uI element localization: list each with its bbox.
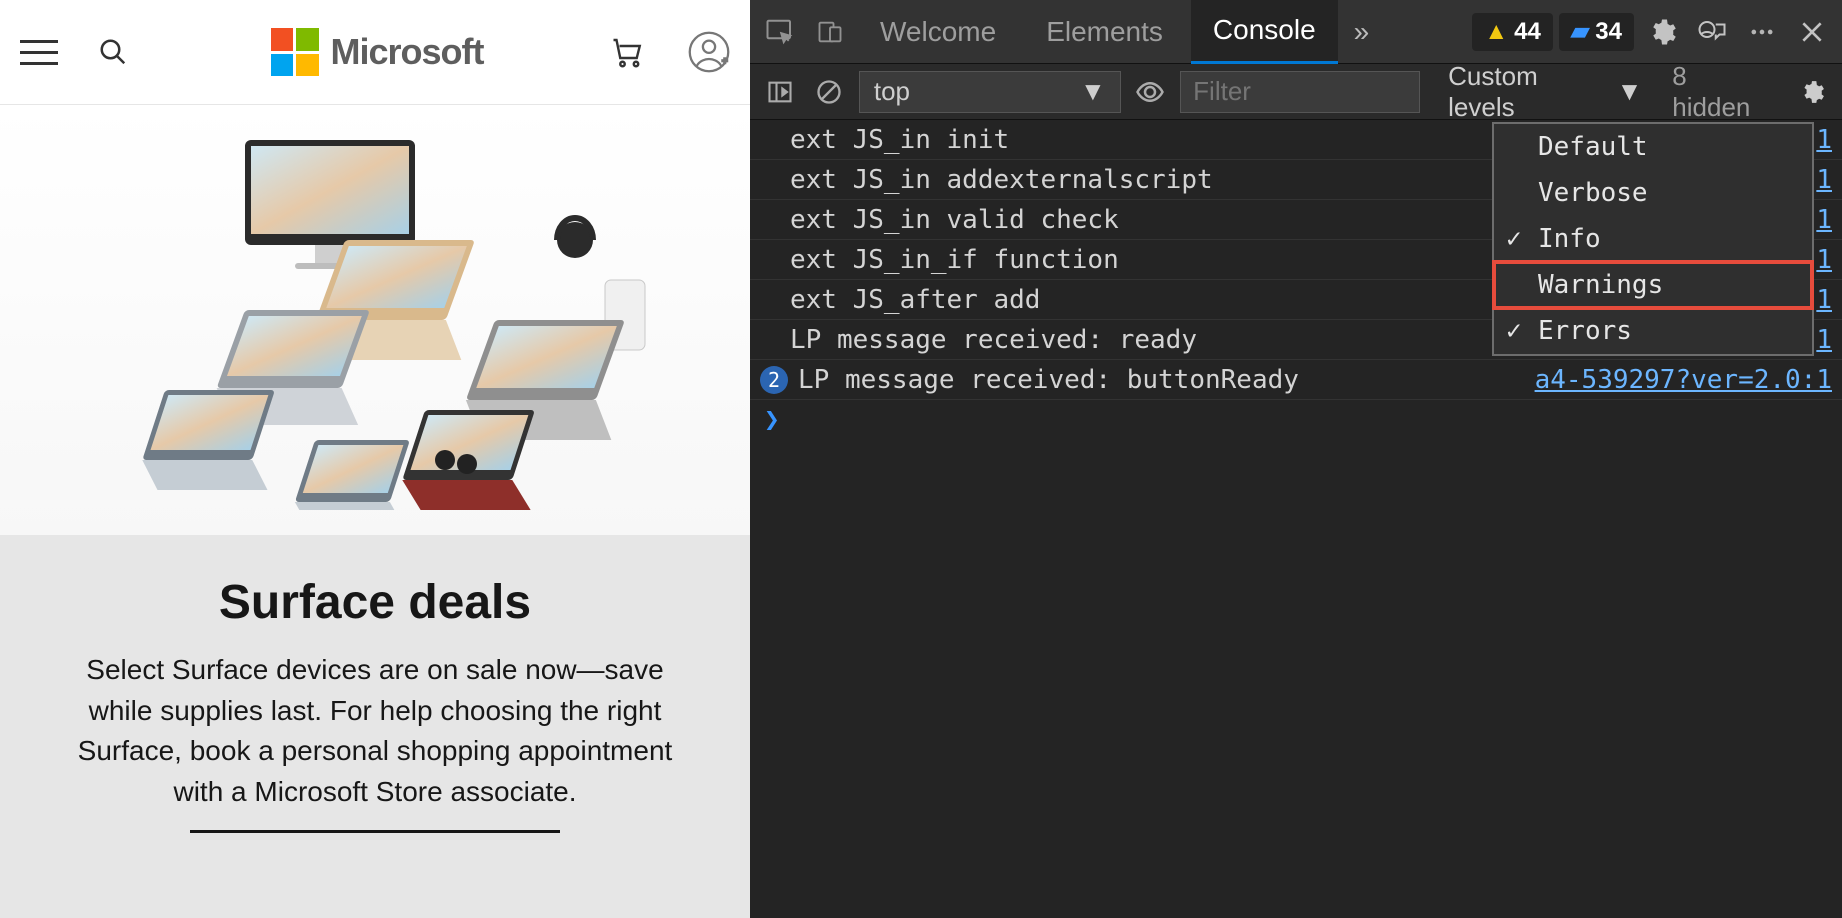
log-count-badge: 2 [760, 366, 788, 394]
log-message: ext JS_after add [790, 285, 1565, 315]
warnings-count: 44 [1514, 18, 1541, 46]
brand[interactable]: Microsoft [188, 28, 566, 76]
menu-button[interactable] [20, 33, 58, 71]
promo-link-underline[interactable] [190, 830, 560, 833]
log-levels-dropdown[interactable]: Custom levels ▼ [1440, 61, 1650, 123]
chevron-down-icon: ▼ [1080, 76, 1106, 107]
log-message: ext JS_in valid check [790, 205, 1565, 235]
devtools-pane: Welcome Elements Console » ▲44 ▰34 top ▼ [750, 0, 1842, 918]
microsoft-logo-icon [271, 28, 319, 76]
more-tabs-icon[interactable]: » [1344, 16, 1380, 48]
levels-menu: Default Verbose ✓Info Warnings ✓Errors [1492, 122, 1814, 356]
console-settings-icon[interactable] [1793, 79, 1832, 105]
brand-name: Microsoft [331, 31, 484, 73]
check-icon: ✓ [1506, 224, 1522, 254]
context-value: top [874, 76, 910, 107]
devtools-tabbar: Welcome Elements Console » ▲44 ▰34 [750, 0, 1842, 64]
account-icon[interactable] [688, 31, 730, 73]
messages-count: 34 [1595, 18, 1622, 46]
log-message: ext JS_in addexternalscript [790, 165, 1565, 195]
console-prompt[interactable]: ❯ [750, 400, 1842, 440]
webpage-pane: Microsoft [0, 0, 750, 918]
log-message: ext JS_in_if function [790, 245, 1565, 275]
log-message: LP message received: buttonReady [798, 365, 1519, 395]
clear-console-icon[interactable] [809, 72, 848, 112]
promo-section: Surface deals Select Surface devices are… [0, 535, 750, 918]
tab-console[interactable]: Console [1191, 0, 1338, 64]
hidden-count[interactable]: 8 hidden [1660, 61, 1782, 123]
chevron-down-icon: ▼ [1617, 76, 1643, 107]
inspect-icon[interactable] [758, 10, 802, 54]
log-row: 2 LP message received: buttonReadya4-5392… [750, 360, 1842, 400]
levels-item-default[interactable]: Default [1494, 124, 1812, 170]
levels-label: Custom levels [1448, 61, 1608, 123]
hero-image [0, 105, 750, 535]
levels-item-warnings[interactable]: Warnings [1494, 262, 1812, 308]
log-message: ext JS_in init [790, 125, 1565, 155]
cart-icon[interactable] [606, 31, 648, 73]
settings-icon[interactable] [1640, 17, 1684, 47]
device-toggle-icon[interactable] [808, 10, 852, 54]
console-body: ext JS_in init.jsonp?v=2.0&d1ext JS_in a… [750, 120, 1842, 918]
messages-badge[interactable]: ▰34 [1559, 13, 1634, 51]
site-header: Microsoft [0, 0, 750, 105]
check-icon: ✓ [1506, 316, 1522, 346]
tab-welcome[interactable]: Welcome [858, 0, 1018, 64]
more-icon[interactable] [1740, 18, 1784, 46]
filter-input[interactable] [1180, 71, 1420, 113]
console-toolbar: top ▼ Custom levels ▼ 8 hidden [750, 64, 1842, 120]
warnings-badge[interactable]: ▲44 [1472, 13, 1552, 51]
levels-item-verbose[interactable]: Verbose [1494, 170, 1812, 216]
tab-elements[interactable]: Elements [1024, 0, 1185, 64]
promo-title: Surface deals [50, 575, 700, 630]
levels-item-errors[interactable]: ✓Errors [1494, 308, 1812, 354]
sidebar-toggle-icon[interactable] [760, 72, 799, 112]
promo-body: Select Surface devices are on sale now—s… [55, 650, 695, 812]
context-selector[interactable]: top ▼ [859, 71, 1121, 113]
levels-item-info[interactable]: ✓Info [1494, 216, 1812, 262]
log-source-link[interactable]: a4-539297?ver=2.0:1 [1519, 365, 1832, 395]
search-icon[interactable] [98, 37, 128, 67]
close-icon[interactable] [1790, 19, 1834, 45]
feedback-icon[interactable] [1690, 17, 1734, 47]
live-expression-icon[interactable] [1131, 72, 1170, 112]
